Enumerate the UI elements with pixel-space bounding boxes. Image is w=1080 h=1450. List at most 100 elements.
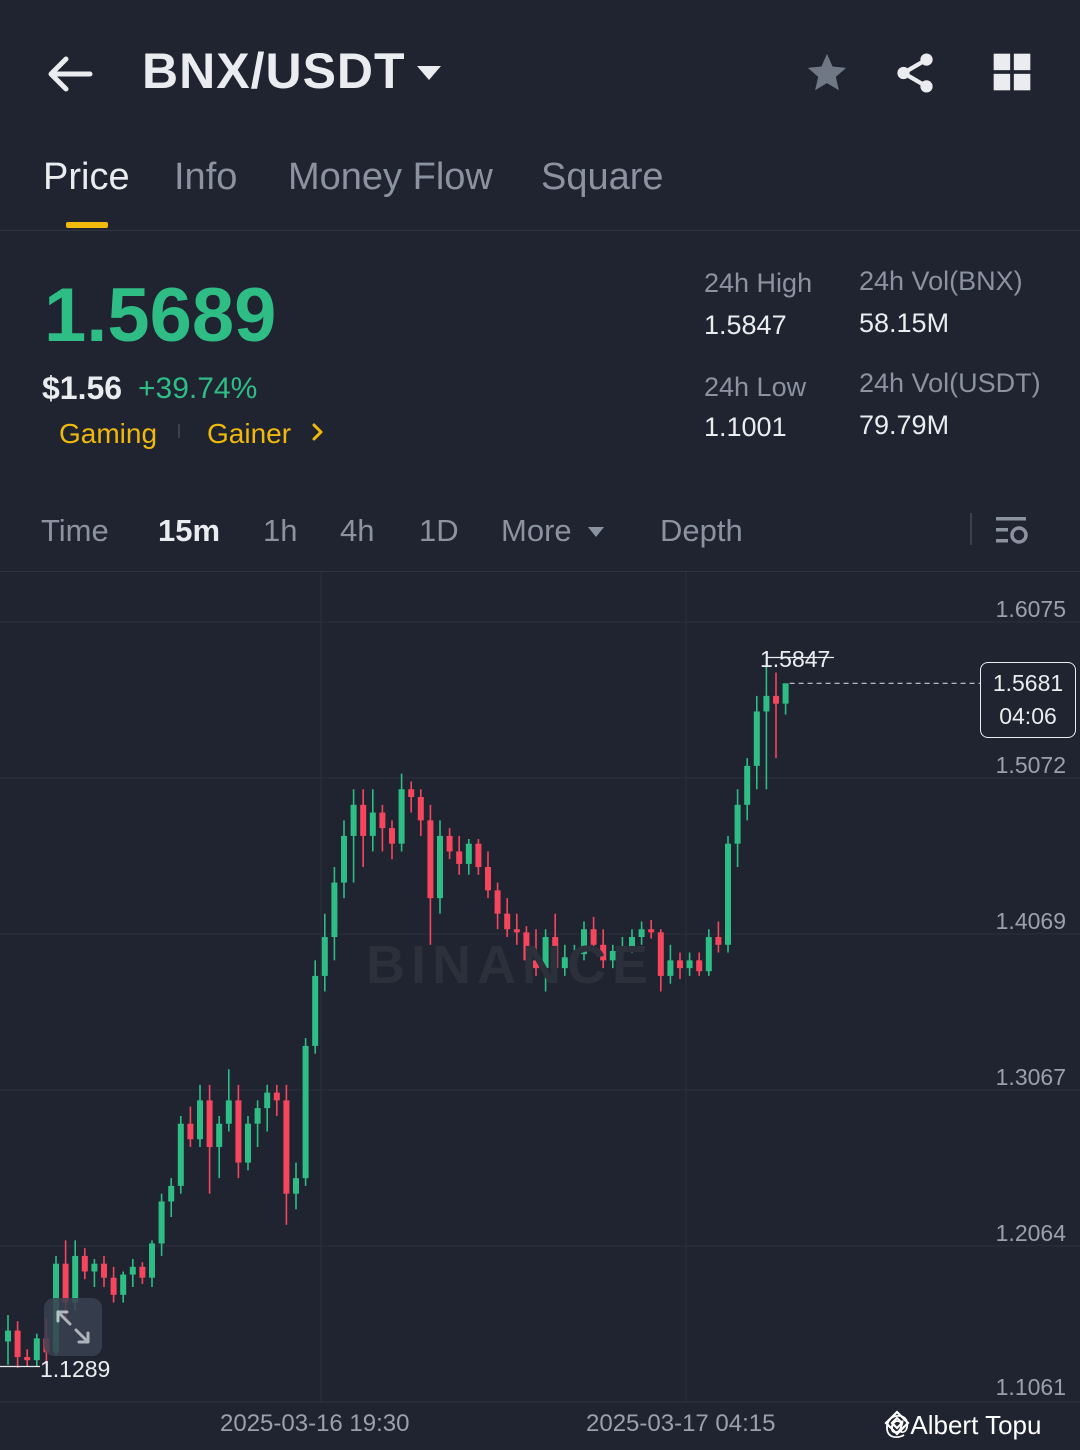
candle-body: [657, 932, 664, 976]
time-tick: 2025-03-16 19:30: [220, 1410, 410, 1437]
caret-down-icon[interactable]: [586, 525, 606, 539]
interval-1d[interactable]: 1D: [419, 513, 459, 549]
back-arrow-icon[interactable]: [44, 52, 96, 96]
candle-body: [139, 1266, 146, 1278]
candle-body: [485, 867, 491, 891]
candle-body: [81, 1255, 88, 1272]
candle-body: [235, 1100, 242, 1163]
high-label: 24h High: [704, 268, 813, 298]
candle-body: [245, 1123, 251, 1163]
candle-body: [753, 711, 760, 766]
candle-body: [216, 1123, 223, 1148]
price-change: +39.74%: [138, 372, 258, 405]
tab-info[interactable]: Info: [174, 156, 237, 199]
diamond-logo-icon: [884, 1410, 910, 1436]
high-value: 1.5847: [704, 310, 787, 340]
candle-body: [149, 1243, 155, 1278]
candle-body: [254, 1108, 261, 1124]
interval-1h[interactable]: 1h: [263, 513, 297, 549]
tab-money-flow[interactable]: Money Flow: [288, 156, 493, 199]
price-tick: 1.1061: [995, 1374, 1066, 1400]
interval-depth[interactable]: Depth: [660, 513, 743, 549]
candle-body: [686, 960, 693, 969]
interval-4h[interactable]: 4h: [340, 513, 374, 549]
interval-15m[interactable]: 15m: [158, 513, 220, 549]
candle-body: [369, 812, 376, 836]
candle-body: [504, 913, 511, 930]
credit-label: @Albert Topu: [884, 1410, 1041, 1441]
candlestick-chart[interactable]: BINANCE 1.6075 1.5072 1.4069 1.3067 1.20…: [0, 572, 1080, 1450]
binance-watermark: BINANCE: [366, 935, 655, 995]
last-price: 1.5689: [44, 273, 277, 358]
candle-body: [14, 1330, 21, 1358]
candle-body: [427, 820, 434, 899]
candle-body: [417, 797, 424, 821]
current-price-value: 1.5681: [992, 670, 1064, 696]
tab-price[interactable]: Price: [43, 156, 130, 199]
candle-countdown: 04:06: [999, 703, 1057, 729]
price-tick: 1.5072: [995, 752, 1066, 778]
current-price-box: 1.5681 04:06: [980, 662, 1076, 738]
candle-body: [206, 1100, 213, 1148]
candle-body: [312, 975, 319, 1046]
chart-canvas[interactable]: [0, 572, 1080, 1450]
candle-body: [225, 1100, 232, 1124]
candle-body: [350, 804, 357, 836]
interval-more[interactable]: More: [501, 513, 572, 549]
candle-body: [408, 789, 415, 798]
top-bar: BNX/USDT: [0, 0, 1080, 140]
candle-body: [648, 929, 655, 933]
candle-body: [177, 1123, 184, 1186]
candle-body: [62, 1263, 69, 1303]
candle-body: [273, 1092, 280, 1101]
candle-body: [129, 1266, 136, 1275]
pair-title[interactable]: BNX/USDT: [142, 42, 406, 100]
star-icon[interactable]: [804, 50, 850, 96]
expand-chart-button[interactable]: [44, 1298, 102, 1356]
candle-body: [667, 960, 674, 976]
candle-body: [705, 937, 712, 972]
usd-price: $1.56: [42, 370, 123, 406]
candle-body: [168, 1185, 175, 1202]
interval-time[interactable]: Time: [41, 513, 109, 549]
candle-body: [773, 695, 779, 704]
candle-body: [677, 960, 683, 969]
vol-base-value: 58.15M: [859, 308, 950, 338]
tag-gaming[interactable]: Gaming: [59, 418, 157, 450]
time-tick: 2025-03-17 04:15: [586, 1410, 776, 1437]
candle-body: [456, 851, 463, 864]
candle-body: [513, 929, 520, 933]
candle-body: [331, 882, 338, 938]
candle-body: [293, 1178, 299, 1194]
candle-body: [465, 843, 472, 864]
candle-body: [475, 843, 482, 868]
candle-body: [264, 1092, 271, 1109]
candle-body: [302, 1045, 309, 1179]
candle-body: [379, 812, 386, 829]
price-tick: 1.4069: [995, 908, 1066, 934]
chevron-right-icon[interactable]: [310, 420, 326, 444]
low-label: 24h Low: [704, 372, 807, 402]
chart-settings-icon[interactable]: [994, 513, 1030, 549]
caret-down-icon[interactable]: [414, 62, 444, 84]
candle-body: [446, 835, 453, 852]
tab-square[interactable]: Square: [541, 156, 664, 199]
candle-body: [24, 1357, 31, 1361]
candle-body: [782, 683, 789, 704]
candle-body: [101, 1263, 107, 1278]
candle-body: [341, 835, 347, 883]
share-icon[interactable]: [892, 50, 938, 96]
low-value: 1.1001: [704, 412, 787, 442]
candle-body: [696, 960, 703, 972]
candle-body: [197, 1100, 203, 1140]
candle-body: [437, 835, 443, 899]
tag-gainer[interactable]: Gainer: [207, 418, 291, 450]
interval-bar: Time 15m 1h 4h 1D More Depth: [0, 495, 1080, 572]
price-tick: 1.3067: [995, 1064, 1066, 1090]
high-marker-label: 1.5847: [760, 646, 831, 672]
candle-body: [120, 1274, 127, 1295]
candle-body: [744, 765, 751, 805]
candle-body: [763, 695, 770, 712]
candle-body: [283, 1100, 290, 1194]
grid-icon[interactable]: [990, 50, 1034, 94]
